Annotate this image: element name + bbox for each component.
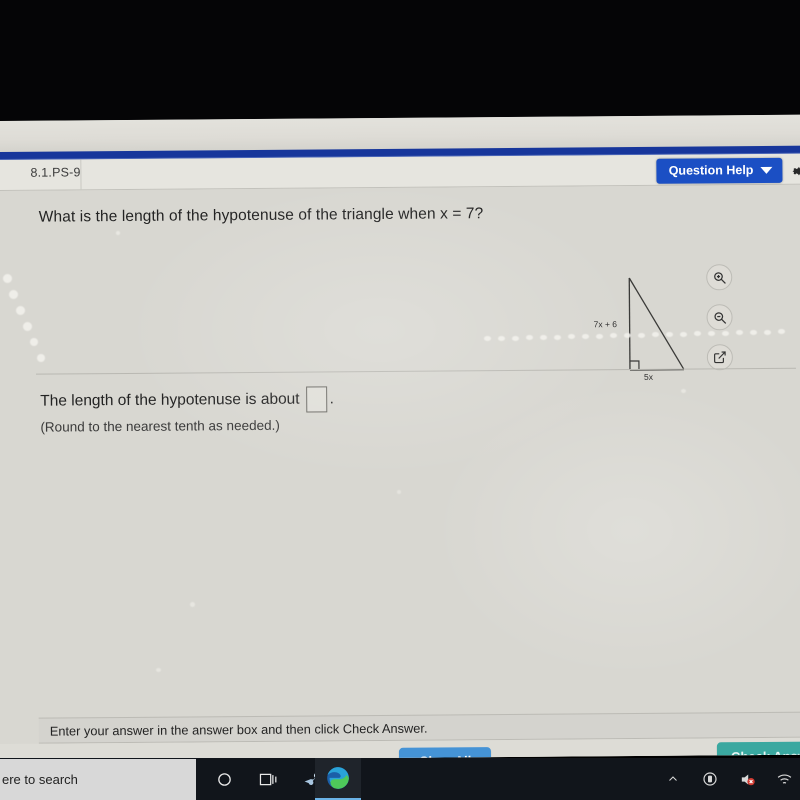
question-help-button[interactable]: Question Help xyxy=(656,157,783,184)
popout-icon[interactable] xyxy=(706,344,733,371)
zoom-out-icon[interactable] xyxy=(706,304,733,331)
figure-tool-column xyxy=(706,264,733,384)
triangle-figure: 7x + 6 5x xyxy=(591,263,702,389)
search-input[interactable]: ere to search xyxy=(0,759,196,800)
answer-prefix-text: The length of the hypotenuse is about xyxy=(40,390,300,410)
wifi-icon[interactable] xyxy=(774,769,794,789)
taskbar-icons xyxy=(200,758,324,800)
question-id: 8.1.PS-9 xyxy=(30,165,81,180)
question-help-label: Question Help xyxy=(668,163,754,178)
application-screen: 8.1.PS-9 Question Help What is the lengt… xyxy=(0,114,800,761)
volume-muted-icon[interactable] xyxy=(737,769,757,789)
task-view-icon[interactable] xyxy=(256,767,280,791)
triangle-vertical-leg-label: 7x + 6 xyxy=(593,319,618,330)
app-tray-icon[interactable] xyxy=(700,769,720,789)
monitor-bezel-top xyxy=(0,0,800,122)
triangle-horizontal-leg-label: 5x xyxy=(643,371,654,382)
gear-icon[interactable] xyxy=(790,163,800,180)
question-content-panel: What is the length of the hypotenuse of … xyxy=(0,184,800,761)
answer-input[interactable] xyxy=(306,386,328,413)
search-placeholder: ere to search xyxy=(2,772,78,787)
zoom-in-icon[interactable] xyxy=(706,264,733,291)
answer-statement: The length of the hypotenuse is about . xyxy=(40,386,334,414)
question-prompt: What is the length of the hypotenuse of … xyxy=(38,205,484,226)
cortana-icon[interactable] xyxy=(212,767,236,791)
rounding-hint: (Round to the nearest tenth as needed.) xyxy=(40,417,280,435)
answer-suffix-text: . xyxy=(329,390,334,408)
edge-icon[interactable] xyxy=(315,758,361,800)
chevron-down-icon xyxy=(760,166,773,174)
show-hidden-icons-chevron-icon[interactable] xyxy=(663,769,683,789)
system-tray xyxy=(663,758,800,800)
windows-taskbar: ere to search xyxy=(0,758,800,800)
instruction-text: Enter your answer in the answer box and … xyxy=(49,720,428,739)
header-divider xyxy=(80,159,82,191)
screen-photograph: 8.1.PS-9 Question Help What is the lengt… xyxy=(0,0,800,800)
